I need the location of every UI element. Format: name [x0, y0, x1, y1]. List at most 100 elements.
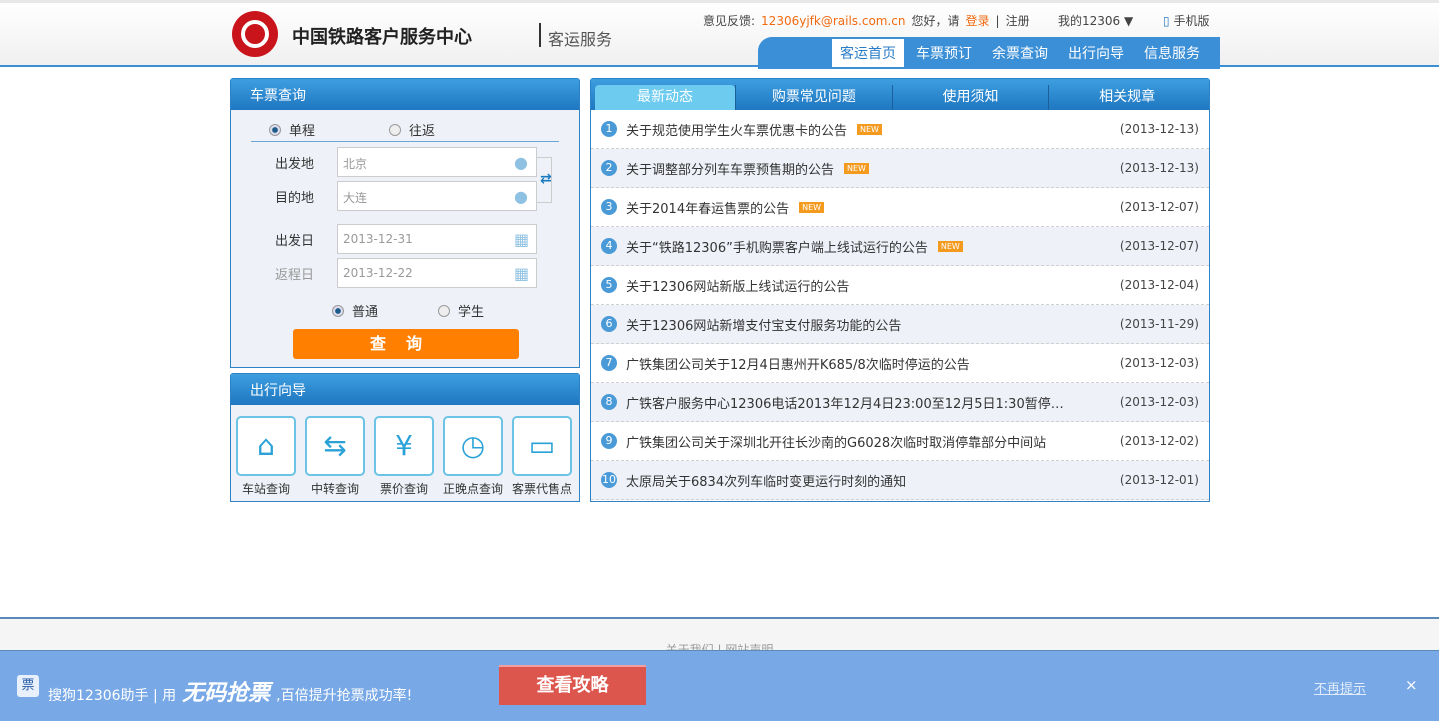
- news-item[interactable]: 6 关于12306网站新增支付宝支付服务功能的公告 (2013-11-29): [591, 305, 1209, 344]
- news-item[interactable]: 2 关于调整部分列车车票预售期的公告 NEW (2013-12-13): [591, 149, 1209, 188]
- promo-highlight: 无码抢票: [182, 681, 271, 706]
- nav-guide[interactable]: 出行向导: [1060, 39, 1132, 67]
- item-number: 7: [601, 355, 617, 371]
- divider: |: [995, 13, 1000, 28]
- depart-date-input[interactable]: 2013-12-31 ▦: [337, 224, 537, 254]
- news-list: 1 关于规范使用学生火车票优惠卡的公告 NEW (2013-12-13) 2 关于调整部分…: [591, 110, 1209, 500]
- mobile-label: 手机版: [1173, 14, 1210, 28]
- to-value: 大连: [343, 191, 368, 205]
- news-title-link[interactable]: 广铁集团公司关于深圳北开往长沙南的G6028次临时取消停靠部分中间站: [626, 432, 1046, 451]
- panel-title: 车票查询: [231, 79, 579, 110]
- news-item[interactable]: 3 关于2014年春运售票的公告 NEW (2013-12-07): [591, 188, 1209, 227]
- depart-date-value: 2013-12-31: [343, 232, 413, 246]
- swap-stations-button[interactable]: ⇄: [537, 157, 552, 203]
- promo-text-2: ,百倍提升抢票成功率!: [276, 688, 413, 704]
- from-value: 北京: [343, 157, 368, 171]
- station-icon: ⌂: [236, 416, 296, 476]
- tab-regulations[interactable]: 相关规章: [1048, 85, 1205, 110]
- return-date-label: 返程日: [275, 267, 315, 283]
- nav-remaining[interactable]: 余票查询: [984, 39, 1056, 67]
- to-input[interactable]: 大连 ●: [337, 181, 537, 211]
- news-title-link[interactable]: 广铁集团公司关于12月4日惠州开K685/8次临时停运的公告: [626, 354, 970, 373]
- my12306-dropdown[interactable]: 我的12306 ▼: [1058, 12, 1133, 29]
- search-button[interactable]: 查询: [293, 329, 519, 359]
- login-link[interactable]: 登录: [966, 12, 990, 29]
- nav-booking[interactable]: 车票预订: [908, 39, 980, 67]
- news-item[interactable]: 8 广铁客户服务中心12306电话2013年12月4日23:00至12月5日1:3…: [591, 383, 1209, 422]
- guide-label: 车站查询: [241, 482, 290, 496]
- greeting: 您好，请: [911, 14, 960, 28]
- tab-faq[interactable]: 购票常见问题: [735, 85, 892, 110]
- radio-round-trip[interactable]: 往返: [389, 120, 435, 139]
- radio-label: 学生: [458, 305, 485, 320]
- railway-logo[interactable]: [232, 11, 278, 57]
- news-panel: 最新动态 购票常见问题 使用须知 相关规章 1 关于规范使用学生火车票优惠卡的公告…: [590, 78, 1210, 502]
- news-title-link[interactable]: 关于12306网站新增支付宝支付服务功能的公告: [626, 315, 901, 334]
- brand-name: 中国铁路客户服务中心: [292, 27, 472, 48]
- mobile-link[interactable]: ▯ 手机版: [1163, 12, 1209, 29]
- item-number: 8: [601, 394, 617, 410]
- news-item[interactable]: 5 关于12306网站新版上线试运行的公告 (2013-12-04): [591, 266, 1209, 305]
- news-date: (2013-11-29): [1119, 317, 1199, 331]
- from-input[interactable]: 北京 ●: [337, 147, 537, 177]
- to-label: 目的地: [275, 190, 315, 206]
- news-title-link[interactable]: 关于12306网站新版上线试运行的公告: [626, 276, 849, 295]
- news-item[interactable]: 10 太原局关于6834次列车临时变更运行时刻的通知 (2013-12-01): [591, 461, 1209, 500]
- location-pin-icon: ●: [514, 153, 528, 172]
- news-title-link[interactable]: 关于“铁路12306”手机购票客户端上线试运行的公告: [626, 237, 928, 256]
- view-guide-button[interactable]: 查看攻略: [499, 665, 646, 705]
- news-item[interactable]: 9 广铁集团公司关于深圳北开往长沙南的G6028次临时取消停靠部分中间站 (2013…: [591, 422, 1209, 461]
- main-nav: 客运首页 车票预订 余票查询 出行向导 信息服务: [758, 37, 1220, 69]
- tab-instructions[interactable]: 使用须知: [891, 85, 1049, 110]
- news-item[interactable]: 4 关于“铁路12306”手机购票客户端上线试运行的公告 NEW (2013-12-0…: [591, 227, 1209, 266]
- divider: [251, 141, 559, 142]
- news-title-link[interactable]: 广铁客户服务中心12306电话2013年12月4日23:00至12月5日1:30…: [626, 393, 1066, 412]
- nav-home[interactable]: 客运首页: [832, 39, 904, 67]
- news-title-link[interactable]: 关于调整部分列车车票预售期的公告: [626, 159, 834, 178]
- news-date: (2013-12-02): [1119, 434, 1199, 448]
- news-date: (2013-12-04): [1119, 278, 1199, 292]
- new-badge: NEW: [799, 201, 825, 213]
- panel-title: 出行向导: [231, 374, 579, 405]
- new-badge: NEW: [937, 240, 963, 252]
- item-number: 9: [601, 433, 617, 449]
- radio-label: 普通: [352, 305, 379, 320]
- guide-agencies[interactable]: ▭ 客票代售点: [512, 416, 572, 497]
- item-number: 6: [601, 316, 617, 332]
- news-title-link[interactable]: 关于2014年春运售票的公告: [626, 198, 789, 217]
- swap-icon: ⇄: [540, 171, 552, 187]
- phone-icon: ▯: [1163, 14, 1170, 28]
- tab-latest[interactable]: 最新动态: [595, 85, 735, 110]
- price-search-icon: ¥: [374, 416, 434, 476]
- news-title-link[interactable]: 关于规范使用学生火车票优惠卡的公告: [626, 120, 847, 139]
- news-item[interactable]: 1 关于规范使用学生火车票优惠卡的公告 NEW (2013-12-13): [591, 110, 1209, 149]
- radio-student[interactable]: 学生: [438, 301, 484, 320]
- rail-track-icon: ⇆: [305, 416, 365, 476]
- guide-transfer[interactable]: ⇆ 中转查询: [305, 416, 365, 497]
- dismiss-link[interactable]: 不再提示: [1314, 678, 1366, 697]
- item-number: 2: [601, 160, 617, 176]
- news-item[interactable]: 7 广铁集团公司关于12月4日惠州开K685/8次临时停运的公告 (2013-12-…: [591, 344, 1209, 383]
- guide-label: 客票代售点: [512, 482, 573, 496]
- divider: [539, 23, 541, 47]
- feedback-email-link[interactable]: 12306yjfk@rails.com.cn: [761, 14, 905, 28]
- news-tabs: 最新动态 购票常见问题 使用须知 相关规章: [591, 79, 1209, 110]
- radio-label: 往返: [409, 124, 436, 139]
- register-link[interactable]: 注册: [1006, 12, 1030, 29]
- guide-fare[interactable]: ¥ 票价查询: [374, 416, 434, 497]
- ticket-office-icon: ▭: [512, 416, 572, 476]
- item-number: 10: [601, 472, 617, 488]
- radio-label: 单程: [289, 124, 316, 139]
- news-date: (2013-12-13): [1119, 161, 1199, 175]
- close-icon[interactable]: ×: [1405, 676, 1418, 694]
- radio-one-way[interactable]: 单程: [269, 120, 315, 139]
- promo-text: 搜狗12306助手 | 用 无码抢票 ,百倍提升抢票成功率!: [48, 675, 412, 707]
- radio-adult[interactable]: 普通: [332, 301, 378, 320]
- nav-info[interactable]: 信息服务: [1136, 39, 1208, 67]
- guide-station[interactable]: ⌂ 车站查询: [236, 416, 296, 497]
- new-badge: NEW: [857, 123, 882, 135]
- header: 中国铁路客户服务中心 客运服务 意见反馈: 12306yjfk@rails.co…: [0, 0, 1439, 69]
- news-title-link[interactable]: 太原局关于6834次列车临时变更运行时刻的通知: [626, 471, 906, 490]
- guide-punctuality[interactable]: ◷ 正晚点查询: [443, 416, 503, 497]
- return-date-input[interactable]: 2013-12-22 ▦: [337, 258, 537, 288]
